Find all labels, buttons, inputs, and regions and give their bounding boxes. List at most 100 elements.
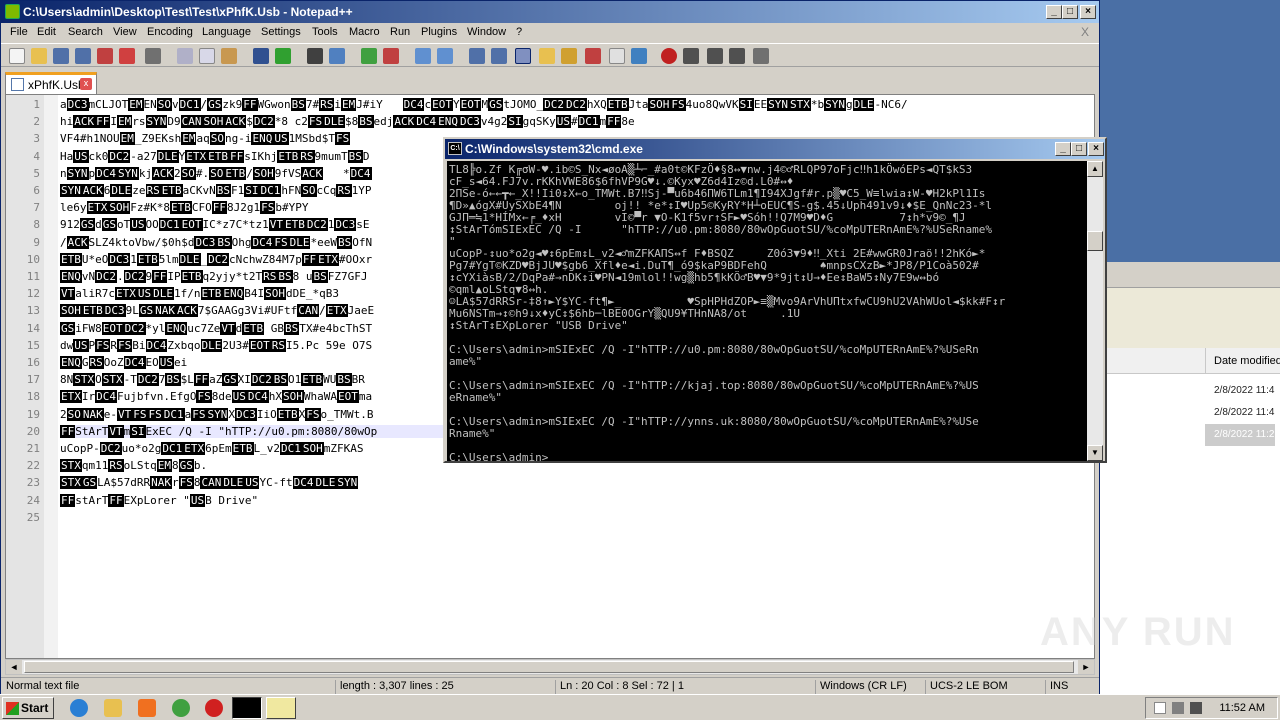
menu-tools[interactable]: Tools [312,26,338,38]
media-player-icon[interactable] [138,699,156,717]
network-icon[interactable] [1172,702,1184,714]
menu-view[interactable]: View [113,26,137,38]
cmd-close-button[interactable]: × [1088,142,1104,156]
action-center-flag-icon[interactable] [1154,702,1166,714]
editor-horizontal-scrollbar[interactable]: ◄ ► [5,659,1095,675]
redo-icon[interactable] [275,48,291,64]
chrome-icon[interactable] [172,699,190,717]
tab-close-icon[interactable]: x [80,78,92,90]
cmd-app-icon: C:\ [448,142,462,155]
menu-settings[interactable]: Settings [261,26,301,38]
menu-search[interactable]: Search [68,26,103,38]
editor-line[interactable]: STX GSLA$57dRRNAKrFS8CAN DLE USYC-ftDC4 DLE S… [60,476,1090,490]
clock[interactable]: 11:52 AM [1219,702,1265,714]
save-macro-icon[interactable] [753,48,769,64]
column-header-date-modified[interactable]: Date modified [1205,348,1280,374]
file-list-row-date[interactable]: 2/8/2022 11:4 [1210,402,1280,424]
function-list-icon[interactable] [585,48,601,64]
scroll-down-arrow-icon[interactable]: ▼ [1087,445,1103,461]
volume-icon[interactable] [1190,702,1202,714]
word-wrap-icon[interactable] [469,48,485,64]
background-window-toolbar [1100,262,1280,288]
line-number: 12 [26,287,40,301]
close-file-icon[interactable] [97,48,113,64]
folder-as-workspace-icon[interactable] [539,48,555,64]
notepad-title-bar[interactable]: C:\Users\admin\Desktop\Test\Test\xPhfK.U… [1,1,1099,23]
file-list-row-date[interactable]: 2/8/2022 11:4 [1210,380,1280,402]
menu-file[interactable]: File [10,26,28,38]
maximize-button[interactable]: □ [1062,5,1078,19]
new-file-icon[interactable] [9,48,25,64]
close-button[interactable]: × [1080,5,1096,19]
save-icon[interactable] [53,48,69,64]
save-all-icon[interactable] [75,48,91,64]
document-tab-bar: xPhfK.Usb x [1,68,1099,94]
cmd-title-bar[interactable]: C:\ C:\Windows\system32\cmd.exe _ □ × [445,139,1105,159]
editor-line[interactable]: hiACK FFIEMrsSYND9CAN SOH ACK$DC2*8 c2FS DLE… [60,115,1090,129]
zoom-out-icon[interactable] [383,48,399,64]
taskbar-notepad-button[interactable] [266,697,296,719]
print-icon[interactable] [145,48,161,64]
menu-run[interactable]: Run [390,26,410,38]
menu-language[interactable]: Language [202,26,251,38]
editor-line[interactable]: aDC3mCLJOTEMENSOvDC1/GSzk9FFWGwonBS7#RSi… [60,98,1090,111]
cmd-console-output[interactable]: TL8╠o.Zf K╔σW-♥.ib©S_Nx◄øoA▒┴⌐_#a0t©KFzÖ… [447,161,1087,461]
cmd-window: C:\ C:\Windows\system32\cmd.exe _ □ × TL… [443,137,1107,463]
menu-edit[interactable]: Edit [37,26,56,38]
record-macro-icon[interactable] [661,48,677,64]
file-list-row-date-selected[interactable]: 2/8/2022 11:2 [1205,424,1275,446]
menu-encoding[interactable]: Encoding [147,26,193,38]
document-map-icon[interactable] [561,48,577,64]
status-insert-mode: INS [1045,680,1095,694]
menu-macro[interactable]: Macro [349,26,380,38]
status-eol-format[interactable]: Windows (CR LF) [815,680,925,694]
replace-icon[interactable] [329,48,345,64]
play-multiple-macro-icon[interactable] [729,48,745,64]
close-all-icon[interactable] [119,48,135,64]
document-icon [11,78,24,91]
monitoring-icon[interactable] [631,48,647,64]
undo-icon[interactable] [253,48,269,64]
start-button[interactable]: Start [2,697,54,719]
close-document-icon[interactable]: X [1081,25,1089,39]
zoom-in-icon[interactable] [361,48,377,64]
document-list-icon[interactable] [609,48,625,64]
cut-icon[interactable] [177,48,193,64]
file-explorer-icon[interactable] [104,699,122,717]
scrollbar-thumb[interactable] [24,661,1074,673]
find-icon[interactable] [307,48,323,64]
cmd-minimize-button[interactable]: _ [1055,142,1071,156]
play-macro-icon[interactable] [707,48,723,64]
paste-icon[interactable] [221,48,237,64]
tab-xphfk-usb[interactable]: xPhfK.Usb x [5,72,97,94]
sync-vertical-icon[interactable] [415,48,431,64]
status-cursor-position: Ln : 20 Col : 8 Sel : 72 | 1 [555,680,815,694]
menu-window[interactable]: Window [467,26,506,38]
cmd-maximize-button[interactable]: □ [1071,142,1087,156]
taskbar-cmd-button[interactable] [232,697,262,719]
status-encoding[interactable]: UCS-2 LE BOM [925,680,1045,694]
fold-margin[interactable] [44,95,58,658]
minimize-button[interactable]: _ [1046,5,1062,19]
menu-plugins[interactable]: Plugins [421,26,457,38]
internet-explorer-icon[interactable] [70,699,88,717]
scroll-right-arrow-icon[interactable]: ► [1078,660,1094,674]
scroll-left-arrow-icon[interactable]: ◄ [6,660,22,674]
show-all-characters-icon[interactable] [491,48,507,64]
copy-icon[interactable] [199,48,215,64]
line-number: 11 [26,270,40,283]
editor-line[interactable]: FFstArTFFEXpLorer "USB Drive" [60,493,1090,507]
cmd-scrollbar-thumb[interactable] [1087,231,1103,251]
sync-horizontal-icon[interactable] [437,48,453,64]
windows-taskbar: Start 11:52 AM [0,694,1280,720]
line-number: 22 [26,459,40,473]
cmd-vertical-scrollbar[interactable]: ▲ ▼ [1087,161,1103,461]
indent-guide-icon[interactable] [515,48,531,64]
opera-icon[interactable] [205,699,223,717]
stop-macro-icon[interactable] [683,48,699,64]
file-list-header: Date modified [1100,348,1280,374]
scroll-up-arrow-icon[interactable]: ▲ [1087,161,1103,177]
open-file-icon[interactable] [31,48,47,64]
menu-help[interactable]: ? [516,26,522,38]
console-line: Rname%" [449,427,496,440]
